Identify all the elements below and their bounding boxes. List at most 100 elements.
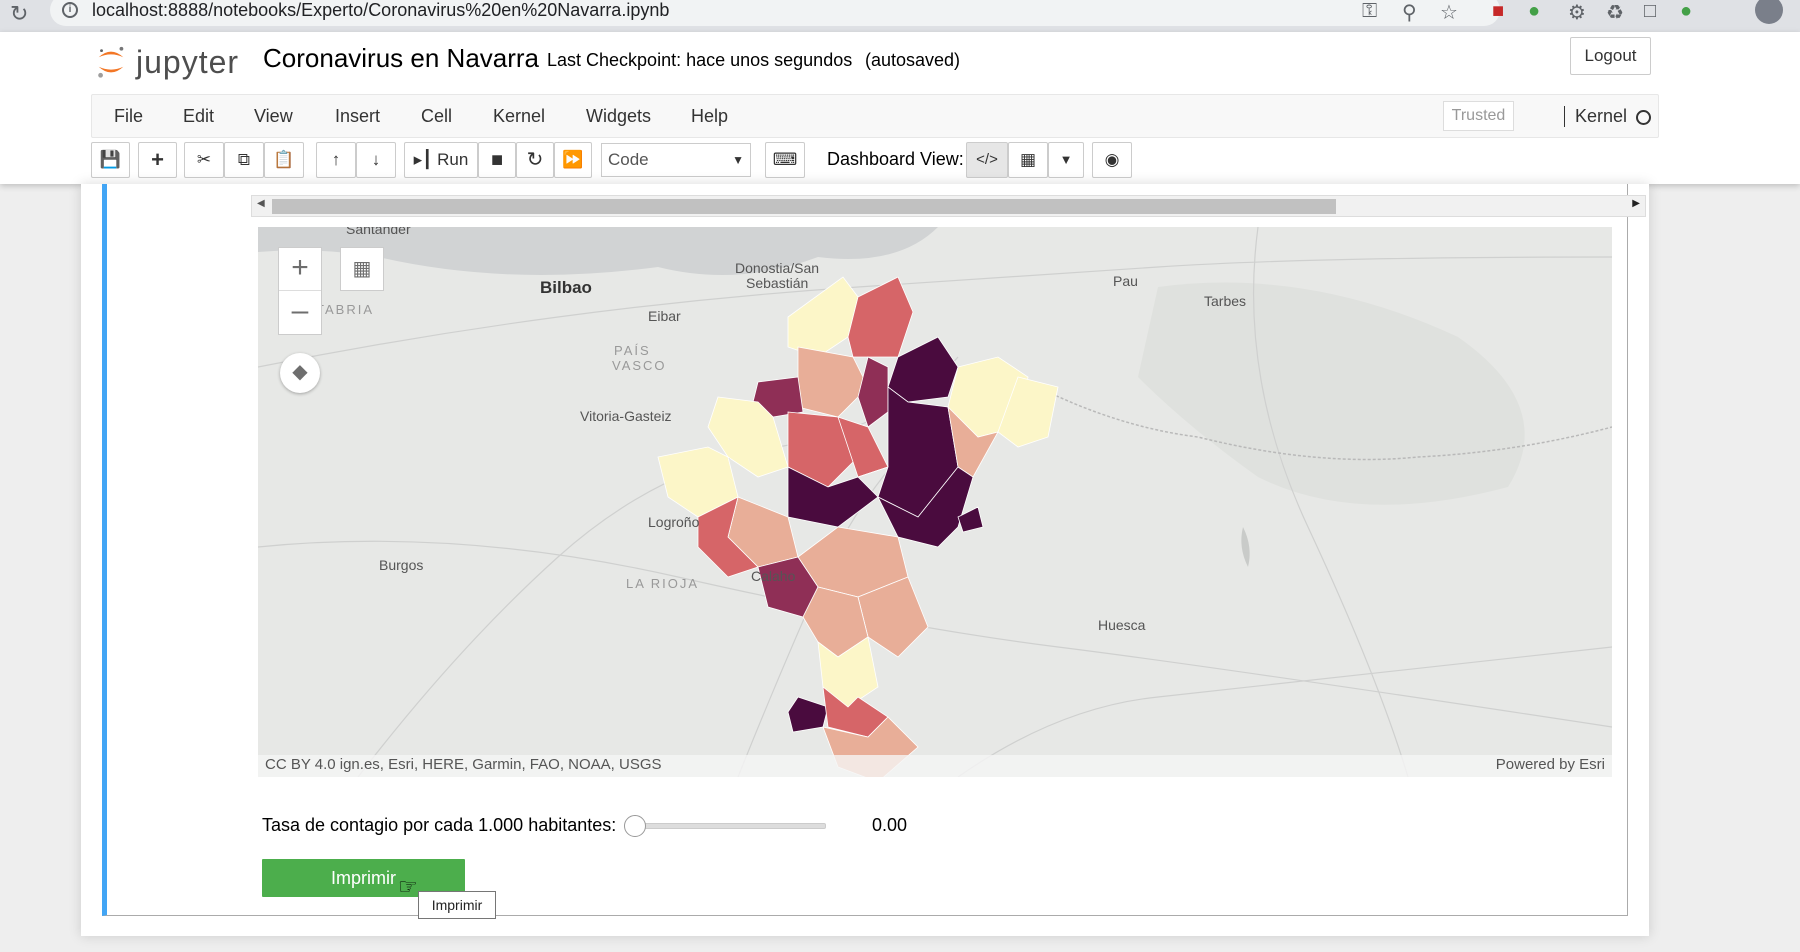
jupyter-logo-icon	[98, 46, 124, 78]
recycle-icon[interactable]: ♻	[1606, 0, 1624, 25]
notebook-toolbar: 💾 + ✂ ⧉ 📋 ↑ ↓ ▸┃ Run ■ ↻ ⏩ Code ▼ ⌨ Dash…	[0, 142, 1800, 182]
notebook-name[interactable]: Coronavirus en Navarra	[263, 43, 539, 74]
map-label-huesca: Huesca	[1098, 617, 1146, 633]
gear-icon[interactable]: ⚙	[1568, 0, 1586, 25]
dashboard-view-label: Dashboard View:	[827, 149, 964, 169]
menu-edit[interactable]: Edit	[183, 106, 214, 127]
map-label-burgos: Burgos	[379, 557, 424, 573]
kernel-idle-icon	[1636, 110, 1651, 125]
kernel-name[interactable]: Kernel	[1564, 106, 1627, 127]
map-label-santander: Santander	[346, 227, 411, 237]
relief-area	[1138, 282, 1525, 505]
map-label-tabria: TABRIA	[316, 302, 374, 317]
map-label-logrono: Logroño	[648, 514, 700, 530]
basemap-toggle-icon[interactable]: ▦	[340, 247, 384, 291]
map-label-tarbes: Tarbes	[1204, 293, 1247, 309]
map-label-pau: Pau	[1113, 273, 1138, 289]
move-up-icon[interactable]: ↑	[316, 142, 356, 178]
menu-widgets[interactable]: Widgets	[586, 106, 651, 127]
keyboard-icon[interactable]: ⌨	[765, 142, 805, 178]
map-label-larioja: LA RIOJA	[626, 576, 700, 591]
extension-icon[interactable]: ●	[1528, 0, 1540, 23]
dashboard-icon[interactable]: ◉	[1092, 142, 1132, 178]
region-polygon	[797, 346, 869, 418]
trusted-indicator[interactable]: Trusted	[1443, 101, 1514, 131]
print-tooltip: Imprimir	[418, 891, 496, 919]
map-view[interactable]: Santander Bilbao Donostia/San Sebastián …	[258, 227, 1612, 777]
slider-label: Tasa de contagio por cada 1.000 habitant…	[262, 815, 617, 835]
restart-icon[interactable]: ↻	[516, 142, 554, 178]
extension-icon[interactable]: □	[1644, 0, 1656, 23]
menu-insert[interactable]: Insert	[335, 106, 380, 127]
chevron-down-icon: ▼	[732, 153, 744, 167]
scrollbar-thumb[interactable]	[272, 199, 1336, 214]
run-label: Run	[437, 150, 469, 169]
autosave-status: (autosaved)	[865, 50, 961, 70]
scroll-left-icon[interactable]: ◀	[257, 198, 265, 209]
lake-shape	[1241, 527, 1250, 567]
zoom-in-icon[interactable]: +	[279, 248, 321, 291]
compass-icon[interactable]: ◆	[280, 353, 320, 393]
cell-type-value: Code	[608, 150, 649, 169]
map-label-donostia: Donostia/San	[735, 260, 820, 276]
run-icon: ▸┃	[413, 150, 433, 169]
cell-type-select[interactable]: Code ▼	[601, 143, 751, 177]
code-view-icon[interactable]: </>	[966, 142, 1008, 178]
logout-button[interactable]: Logout	[1570, 37, 1651, 75]
move-down-icon[interactable]: ↓	[356, 142, 396, 178]
map-label-bilbao: Bilbao	[540, 278, 592, 297]
fast-forward-icon[interactable]: ⏩	[554, 142, 592, 178]
horizontal-scrollbar[interactable]: ◀ ▶	[251, 195, 1646, 217]
chevron-down-icon[interactable]: ▼	[1048, 142, 1084, 178]
menu-file[interactable]: File	[114, 106, 143, 127]
checkpoint-status: Last Checkpoint: hace unos segundos	[547, 50, 853, 70]
powered-by-text[interactable]: Powered by Esri	[1496, 756, 1605, 773]
region-polygon	[857, 356, 889, 428]
star-icon[interactable]: ☆	[1440, 0, 1458, 25]
scroll-right-icon[interactable]: ▶	[1632, 198, 1640, 209]
map-label-pais: PAÍS	[614, 343, 651, 358]
slider-handle[interactable]	[624, 815, 646, 837]
save-icon[interactable]: 💾	[91, 142, 130, 178]
map-attribution: CC BY 4.0 ign.es, Esri, HERE, Garmin, FA…	[258, 755, 1612, 777]
attribution-text: CC BY 4.0 ign.es, Esri, HERE, Garmin, FA…	[265, 756, 662, 773]
stop-icon[interactable]: ■	[478, 142, 516, 178]
jupyter-header: jupyter Coronavirus en Navarra Last Chec…	[0, 32, 1800, 184]
jupyter-logo[interactable]: jupyter	[96, 42, 246, 86]
map-label-vitoria: Vitoria-Gasteiz	[580, 408, 672, 424]
menu-view[interactable]: View	[254, 106, 293, 127]
run-button[interactable]: ▸┃ Run	[404, 142, 478, 178]
url-text[interactable]: localhost:8888/notebooks/Experto/Coronav…	[92, 0, 669, 21]
cut-icon[interactable]: ✂	[184, 142, 224, 178]
hand-cursor-icon: ☞	[398, 874, 418, 899]
map-canvas	[258, 227, 1612, 777]
map-label-sebastian: Sebastián	[746, 275, 809, 291]
zoom-control: + –	[278, 247, 322, 335]
info-icon[interactable]: i	[62, 2, 78, 18]
browser-toolbar: ↻ i localhost:8888/notebooks/Experto/Cor…	[0, 0, 1800, 32]
menu-cell[interactable]: Cell	[421, 106, 452, 127]
map-label-calahorra: Calaho	[751, 568, 796, 584]
choropleth-regions	[657, 276, 1059, 777]
add-cell-icon[interactable]: +	[138, 142, 177, 178]
extension-icon[interactable]: ●	[1680, 0, 1692, 23]
zoom-icon[interactable]: ⚲	[1402, 0, 1417, 25]
region-polygon	[847, 276, 914, 358]
logo-text: jupyter	[136, 44, 240, 80]
zoom-out-icon[interactable]: –	[279, 291, 321, 334]
menu-kernel[interactable]: Kernel	[493, 106, 545, 127]
paste-icon[interactable]: 📋	[264, 142, 304, 178]
menubar: File Edit View Insert Cell Kernel Widget…	[91, 94, 1659, 138]
map-label-vasco: VASCO	[612, 358, 667, 373]
extension-icon[interactable]: ■	[1492, 0, 1504, 23]
menu-help[interactable]: Help	[691, 106, 728, 127]
key-icon[interactable]: ⚿	[1362, 0, 1377, 23]
rate-slider[interactable]	[632, 823, 826, 829]
map-label-eibar: Eibar	[648, 308, 681, 324]
grid-layout-icon[interactable]: ▦	[1008, 142, 1048, 178]
reload-icon[interactable]: ↻	[10, 1, 28, 27]
copy-icon[interactable]: ⧉	[224, 142, 264, 178]
region-polygon	[787, 696, 829, 733]
avatar[interactable]	[1755, 0, 1783, 24]
slider-value: 0.00	[872, 815, 908, 835]
